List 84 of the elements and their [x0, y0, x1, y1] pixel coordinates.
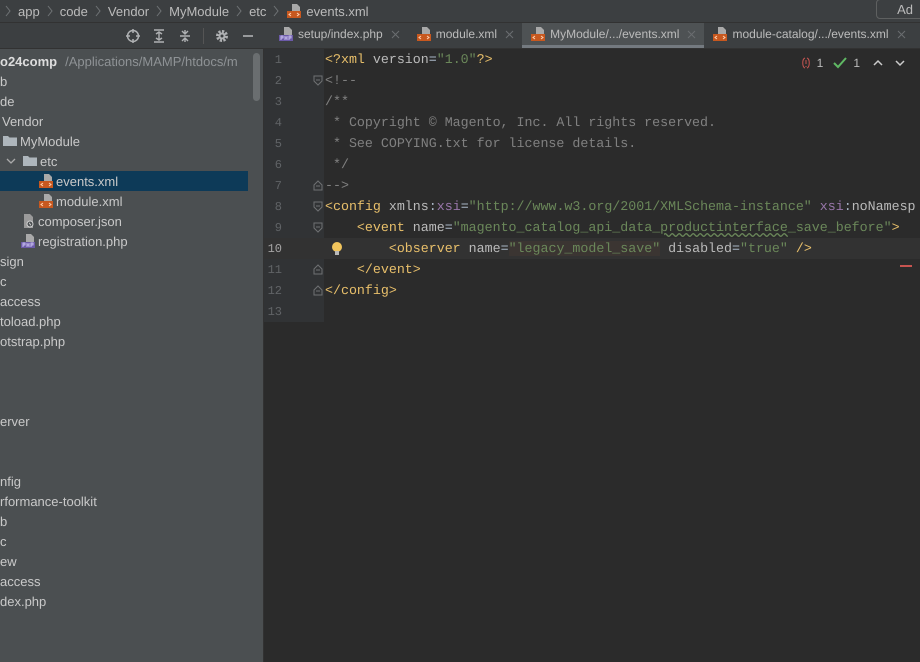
editor-tab[interactable]: MyModule/.../events.xml: [522, 23, 704, 48]
tree-item[interactable]: registration.php: [38, 234, 128, 248]
tree-item[interactable]: ew: [0, 554, 17, 568]
breadcrumb-item[interactable]: MyModule: [169, 4, 230, 18]
lightbulb-icon[interactable]: [331, 241, 343, 256]
tree-item[interactable]: rformance-toolkit: [0, 494, 97, 508]
editor-tab[interactable]: module.xml: [408, 23, 522, 48]
fold-marker-icon[interactable]: [313, 75, 323, 86]
editor-tab[interactable]: module-catalog/.../events.xml: [704, 23, 914, 48]
tree-item[interactable]: otstrap.php: [0, 334, 66, 348]
fold-marker-icon[interactable]: [313, 201, 323, 212]
xml-file-icon: [38, 193, 54, 209]
code-line: <observer name="legacy_model_save" disabled="true" />: [388, 241, 812, 256]
fold-end-marker-icon[interactable]: [313, 180, 323, 191]
breadcrumb-item[interactable]: events.xml: [306, 4, 369, 18]
breadcrumb-item[interactable]: code: [60, 4, 88, 18]
breadcrumb-item[interactable]: etc: [249, 4, 266, 18]
code-line: -->: [325, 178, 349, 193]
tree-item[interactable]: access: [0, 574, 40, 588]
close-icon[interactable]: [505, 30, 514, 38]
tree-item[interactable]: nfig: [0, 474, 21, 488]
tree-item[interactable]: c: [0, 534, 6, 548]
folder-icon: [22, 153, 38, 169]
xml-file-icon: [712, 26, 728, 42]
tree-item[interactable]: etc: [40, 154, 58, 168]
code-line: * Copyright © Magento, Inc. All rights reserved.: [332, 115, 716, 130]
close-icon[interactable]: [687, 30, 696, 38]
project-name[interactable]: o24comp: [0, 54, 58, 68]
check-count: 1: [853, 56, 860, 70]
tree-item[interactable]: de: [0, 94, 14, 108]
xml-file-icon: [286, 3, 302, 19]
close-icon[interactable]: [896, 30, 906, 38]
php-file-icon: [20, 233, 36, 249]
breadcrumb-item[interactable]: Vendor: [108, 4, 150, 18]
tree-item[interactable]: access: [0, 294, 40, 308]
fold-end-marker-icon[interactable]: [313, 264, 323, 275]
tree-item[interactable]: c: [0, 274, 6, 288]
code-line: </config>: [325, 283, 397, 298]
tree-item[interactable]: b: [0, 514, 8, 528]
add-button[interactable]: Ad: [876, 0, 920, 19]
code-line: </event>: [356, 262, 421, 277]
tree-item[interactable]: erver: [0, 414, 30, 428]
crosshair-icon[interactable]: [125, 28, 141, 44]
code-line: /**: [325, 94, 349, 109]
php-file-icon: [278, 26, 294, 42]
error-icon[interactable]: [800, 57, 811, 69]
tree-item[interactable]: MyModule: [20, 134, 80, 148]
scrollbar-thumb[interactable]: [253, 53, 260, 101]
tree-item[interactable]: b: [0, 74, 8, 88]
chevron-right-icon: [235, 5, 244, 17]
tree-item[interactable]: Vendor: [2, 114, 44, 128]
chevron-right-icon: [4, 5, 12, 17]
tree-item[interactable]: toload.php: [0, 314, 61, 328]
code-line: <?xml version="1.0"?>: [325, 52, 493, 67]
check-icon[interactable]: [833, 57, 848, 69]
xml-file-icon: [38, 173, 54, 189]
tree-item[interactable]: sign: [0, 254, 24, 268]
project-path: /Applications/MAMP/htdocs/m: [65, 54, 238, 68]
close-icon[interactable]: [390, 30, 400, 38]
chevron-right-icon: [94, 5, 102, 17]
fold-end-marker-icon[interactable]: [313, 285, 323, 296]
xml-file-icon: [416, 26, 432, 42]
xml-file-icon: [530, 26, 546, 42]
code-line: <event name="magento_catalog_api_data_productinterface_save_before">: [356, 220, 900, 235]
tree-item[interactable]: events.xml: [56, 174, 118, 188]
code-line: <config xmlns:xsi="http://www.w3.org/2001/XMLSchema-instance" xsi:noNamesp: [325, 199, 916, 214]
chevron-right-icon: [155, 5, 164, 17]
tree-item[interactable]: composer.json: [38, 214, 122, 228]
tree-item[interactable]: dex.php: [0, 594, 46, 608]
tree-item[interactable]: module.xml: [56, 194, 122, 208]
breadcrumb-item[interactable]: app: [18, 4, 40, 18]
code-line: */: [332, 157, 349, 172]
editor-tab[interactable]: setup/index.php: [270, 23, 408, 48]
fold-marker-icon[interactable]: [313, 222, 323, 233]
line-number: 10: [266, 242, 282, 256]
settings-icon[interactable]: [214, 28, 230, 44]
error-count: 1: [816, 56, 824, 70]
folder-icon: [2, 133, 18, 149]
chevron-right-icon: [272, 5, 280, 17]
chevron-right-icon: [46, 5, 54, 17]
code-line: <!--: [325, 73, 357, 88]
expand-all-icon[interactable]: [151, 28, 167, 44]
collapse-all-icon[interactable]: [177, 28, 193, 44]
code-line: * See COPYING.txt for license details.: [332, 136, 636, 151]
